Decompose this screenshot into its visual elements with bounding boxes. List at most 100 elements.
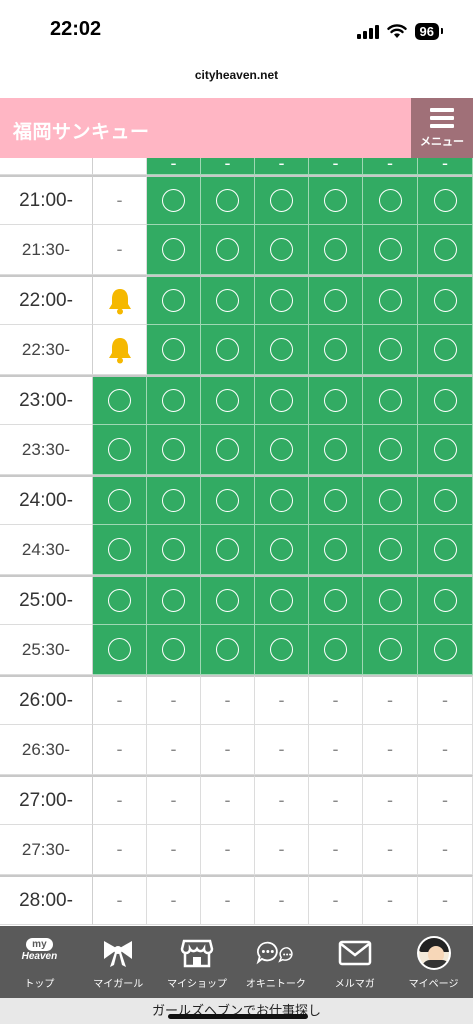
nav-label: トップ <box>24 979 55 990</box>
unavailable-mark: - <box>387 690 393 710</box>
reservation-slot-available[interactable] <box>201 325 255 375</box>
available-circle-icon <box>324 238 347 261</box>
reservation-slot-available[interactable] <box>93 475 147 525</box>
reservation-slot-notify[interactable] <box>93 325 147 375</box>
reservation-slot-available[interactable] <box>255 525 309 575</box>
menu-button[interactable]: メニュー <box>411 98 473 158</box>
shop-title[interactable]: 福岡サンキュー <box>13 117 150 144</box>
reservation-slot-available[interactable] <box>93 375 147 425</box>
reservation-slot-available[interactable] <box>309 225 363 275</box>
available-circle-icon <box>433 638 457 661</box>
reservation-slot-available[interactable] <box>255 625 309 675</box>
reservation-slot-available[interactable] <box>255 425 309 475</box>
reservation-slot-available[interactable] <box>201 525 255 575</box>
reservation-slot-available[interactable] <box>147 525 201 575</box>
reservation-slot-available[interactable] <box>363 425 418 475</box>
reservation-slot-available[interactable] <box>363 475 418 525</box>
nav-my-shop[interactable]: マイショップ <box>158 926 237 998</box>
reservation-slot-available[interactable] <box>93 575 147 625</box>
nav-okini-talk[interactable]: オキニトーク <box>236 926 315 998</box>
time-cell: 24:30- <box>0 525 93 575</box>
reservation-slot-available[interactable] <box>201 575 255 625</box>
time-cell: 22:30- <box>0 325 93 375</box>
available-circle-icon <box>108 638 131 661</box>
reservation-slot-available[interactable] <box>309 475 363 525</box>
nav-top[interactable]: my Heaven トップ <box>0 926 79 998</box>
reservation-slot-available[interactable] <box>201 375 255 425</box>
reservation-slot-available[interactable] <box>201 625 255 675</box>
available-circle-icon <box>378 538 402 561</box>
reservation-slot-available[interactable] <box>93 425 147 475</box>
reservation-slot-available[interactable] <box>201 425 255 475</box>
reservation-slot-available[interactable] <box>255 275 309 325</box>
reservation-slot-available[interactable] <box>93 625 147 675</box>
reservation-slot-available[interactable] <box>309 175 363 225</box>
available-circle-icon <box>216 389 239 412</box>
reservation-slot-available[interactable] <box>363 175 418 225</box>
reservation-slot-available[interactable] <box>418 575 473 625</box>
reservation-slot-available[interactable] <box>147 225 201 275</box>
browser-url[interactable]: cityheaven.net <box>0 68 473 82</box>
available-circle-icon <box>433 189 457 212</box>
available-circle-icon <box>162 189 185 212</box>
reservation-slot-notify[interactable] <box>93 275 147 325</box>
reservation-slot-available[interactable] <box>363 325 418 375</box>
available-circle-icon <box>162 489 185 512</box>
nav-my-page[interactable]: マイページ <box>394 926 473 998</box>
reservation-slot-available[interactable] <box>418 275 473 325</box>
unavailable-mark: - <box>332 839 339 859</box>
reservation-slot-available[interactable] <box>309 525 363 575</box>
reservation-slot-available[interactable] <box>255 475 309 525</box>
reservation-slot-available[interactable] <box>363 275 418 325</box>
nav-my-girl[interactable]: マイガール <box>79 926 158 998</box>
table-row: 26:00- - - - - - - - <box>0 675 473 725</box>
job-search-banner[interactable]: ガールズヘブンでお仕事探し <box>0 998 473 1024</box>
unavailable-mark: - <box>442 790 448 810</box>
reservation-slot-available[interactable] <box>255 325 309 375</box>
reservation-slot-available[interactable] <box>309 425 363 475</box>
reservation-slot-unavailable: - <box>93 225 147 275</box>
reservation-slot-available[interactable] <box>255 375 309 425</box>
reservation-slot-available[interactable] <box>255 575 309 625</box>
reservation-slot-available[interactable] <box>93 525 147 575</box>
reservation-slot-available[interactable] <box>363 225 418 275</box>
reservation-slot-available[interactable] <box>363 375 418 425</box>
reservation-slot-available[interactable] <box>418 475 473 525</box>
reservation-slot-available[interactable] <box>255 225 309 275</box>
reservation-slot-available[interactable] <box>309 275 363 325</box>
nav-mail-magazine[interactable]: メルマガ <box>315 926 394 998</box>
reservation-slot-available[interactable] <box>147 425 201 475</box>
reservation-slot-available[interactable] <box>147 275 201 325</box>
reservation-slot-available[interactable] <box>147 375 201 425</box>
reservation-slot-available[interactable] <box>418 175 473 225</box>
reservation-slot-available[interactable] <box>418 525 473 575</box>
reservation-slot-available[interactable] <box>201 275 255 325</box>
reservation-slot-available[interactable] <box>309 375 363 425</box>
reservation-slot-available[interactable] <box>201 225 255 275</box>
reservation-slot-available[interactable] <box>147 475 201 525</box>
unavailable-mark: - <box>116 890 123 910</box>
reservation-slot-available[interactable] <box>147 575 201 625</box>
reservation-slot-available[interactable] <box>309 625 363 675</box>
reservation-slot-available[interactable] <box>147 175 201 225</box>
reservation-slot-available[interactable] <box>147 625 201 675</box>
reservation-slot-available[interactable] <box>363 625 418 675</box>
reservation-slot-available[interactable] <box>363 525 418 575</box>
reservation-slot-available[interactable] <box>418 425 473 475</box>
table-row: 28:00- - - - - - - - <box>0 875 473 925</box>
reservation-slot-available[interactable] <box>363 575 418 625</box>
reservation-slot-available[interactable] <box>418 375 473 425</box>
reservation-slot-available[interactable] <box>309 575 363 625</box>
site-header: 福岡サンキュー メニュー <box>0 98 473 158</box>
reservation-slot-available[interactable] <box>418 225 473 275</box>
reservation-slot-available[interactable] <box>418 625 473 675</box>
reservation-slot-available[interactable] <box>201 475 255 525</box>
reservation-slot-available[interactable] <box>201 175 255 225</box>
reservation-slot-available[interactable] <box>255 175 309 225</box>
unavailable-mark: - <box>442 890 448 910</box>
reservation-slot-available[interactable] <box>309 325 363 375</box>
available-circle-icon <box>378 489 402 512</box>
reservation-slot-available[interactable] <box>147 325 201 375</box>
reservation-slot-available[interactable] <box>418 325 473 375</box>
available-circle-icon <box>378 238 402 261</box>
